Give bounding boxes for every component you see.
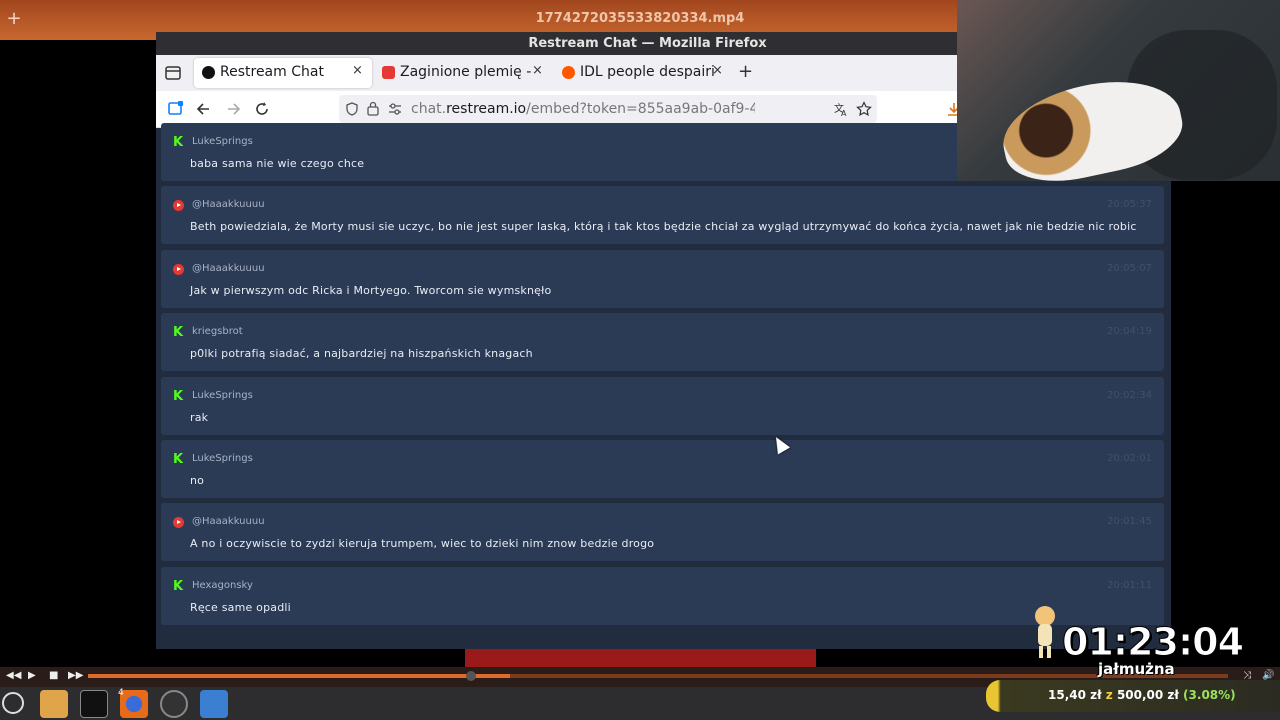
- url-path: /embed?token=855aa9ab-0af9-4043-8199-c5: [526, 101, 755, 117]
- shield-icon[interactable]: [345, 102, 359, 116]
- youtube-icon: [173, 263, 184, 275]
- kick-icon: K: [173, 452, 184, 467]
- chat-username: kriegsbrot: [192, 326, 243, 338]
- tab-restream-chat[interactable]: Restream Chat ×: [194, 58, 372, 88]
- tab-close-icon[interactable]: ×: [352, 63, 363, 78]
- chat-username: Hexagonsky: [192, 579, 253, 591]
- window-title: Restream Chat — Mozilla Firefox: [528, 36, 767, 51]
- chat-feed[interactable]: K LukeSprings baba sama nie wie czego chce…: [161, 123, 1164, 649]
- obs-icon[interactable]: [160, 690, 188, 718]
- permissions-icon[interactable]: [388, 102, 402, 116]
- tab-list-icon[interactable]: [162, 62, 184, 84]
- lock-icon[interactable]: [367, 101, 379, 116]
- chat-message: K LukeSprings 20:02:01 no: [161, 440, 1164, 498]
- kick-icon: K: [173, 578, 184, 594]
- tab-label: IDL people despairin: [580, 64, 714, 80]
- chat-message: K LukeSprings 20:02:34 rak: [161, 376, 1164, 435]
- chat-message-text: A no i oczywiscie to zydzi kieruja trump…: [190, 537, 655, 551]
- svg-text:A: A: [841, 109, 847, 117]
- video-content-strip: [465, 649, 816, 667]
- url-prefix: chat.: [411, 101, 447, 117]
- tab-close-icon[interactable]: ×: [532, 63, 543, 78]
- chat-message: @Haaakkuuuu 20:05:37 Beth powiedziala, że …: [161, 186, 1164, 245]
- seek-handle[interactable]: [466, 671, 476, 681]
- donation-goal-bar: 15,40 zł z 500,00 zł (3.08%): [986, 680, 1280, 712]
- chat-message: @Haaakkuuuu 20:01:45 A no i oczywiscie to …: [161, 503, 1164, 562]
- tab-idl-people[interactable]: IDL people despairin ×: [554, 58, 726, 88]
- tab-label: Zaginione plemię - Y: [400, 64, 534, 80]
- url-domain: restream.io: [446, 101, 527, 117]
- chat-timestamp: 20:01:11: [1107, 579, 1152, 591]
- chat-timestamp: 20:05:07: [1107, 262, 1152, 274]
- chat-message-text: Ręce same opadli: [190, 600, 291, 614]
- translate-icon[interactable]: 文 A: [833, 101, 849, 117]
- chat-timestamp: 20:01:45: [1107, 516, 1152, 528]
- donation-goal: 500,00 zł: [1116, 688, 1179, 702]
- stream-timer: 01:23:04: [1061, 620, 1244, 665]
- add-button[interactable]: +: [4, 8, 24, 30]
- video-player-icon[interactable]: [200, 690, 228, 718]
- chat-username: LukeSprings: [192, 136, 253, 147]
- tab-label: Restream Chat: [220, 64, 324, 80]
- chat-message: Kkriegsbrot 20:04:19 p0lki potrafią siadać…: [161, 313, 1164, 372]
- terminal-icon[interactable]: [80, 690, 108, 718]
- chat-message-text: no: [190, 474, 205, 487]
- youtube-icon: [173, 517, 184, 529]
- chat-username: @Haaakkuuuu: [192, 199, 265, 211]
- chat-username: @Haaakkuuuu: [192, 262, 265, 274]
- stop-icon[interactable]: ■: [49, 670, 58, 681]
- back-icon[interactable]: [196, 101, 212, 117]
- chat-message-text: Jak w pierwszym odc Ricka i Mortyego. Tw…: [190, 283, 552, 297]
- youtube-icon: [173, 200, 184, 212]
- chat-message-text: Beth powiedziala, że Morty musi sie uczy…: [190, 220, 1137, 234]
- donation-percent: (3.08%): [1183, 688, 1236, 702]
- reload-icon[interactable]: [254, 101, 270, 117]
- tab-close-icon[interactable]: ×: [712, 63, 723, 78]
- reddit-favicon-icon: [562, 66, 575, 79]
- chat-message: K Hexagonsky 20:01:11 Ręce same opadli: [161, 566, 1164, 625]
- chat-timestamp: 20:02:34: [1107, 389, 1152, 401]
- mint-menu-icon[interactable]: [2, 692, 24, 714]
- play-icon[interactable]: ▶: [28, 670, 36, 681]
- chat-message: @Haaakkuuuu 20:05:07 Jak w pierwszym odc R…: [161, 249, 1164, 308]
- seek-progress: [88, 674, 510, 678]
- donation-goal-text: 15,40 zł z 500,00 zł (3.08%): [1048, 688, 1236, 702]
- chat-message-text: p0lki potrafią siadać, a najbardziej na …: [190, 347, 533, 361]
- firefox-taskbar-icon[interactable]: [120, 690, 148, 718]
- fast-forward-icon[interactable]: ▶▶: [68, 670, 83, 681]
- url-text[interactable]: chat.restream.io/embed?token=855aa9ab-0a…: [411, 101, 755, 117]
- donation-separator: z: [1105, 688, 1113, 702]
- player-file-title: 1774272035533820334.mp4: [535, 11, 745, 26]
- youtube-favicon-icon: [382, 66, 395, 79]
- chat-timestamp: 20:02:01: [1107, 453, 1152, 464]
- chat-message-text: baba sama nie wie czego chce: [190, 157, 365, 170]
- webcam-feed: [957, 0, 1280, 181]
- files-icon[interactable]: [40, 690, 68, 718]
- donation-amount: 15,40 zł: [1048, 688, 1102, 702]
- firefox-window-count: 4: [118, 688, 124, 698]
- url-bar[interactable]: chat.restream.io/embed?token=855aa9ab-0a…: [339, 95, 877, 123]
- kick-icon: K: [173, 388, 184, 404]
- new-tab-button[interactable]: +: [738, 61, 753, 82]
- kick-icon: K: [173, 135, 184, 150]
- chat-username: LukeSprings: [192, 453, 253, 464]
- chat-timestamp: 20:04:19: [1107, 326, 1152, 338]
- bookmark-star-icon[interactable]: [856, 101, 872, 117]
- chat-message-text: rak: [190, 410, 209, 424]
- forward-icon[interactable]: [225, 101, 241, 117]
- chat-timestamp: 20:05:37: [1107, 199, 1152, 211]
- sidebar-icon[interactable]: [168, 100, 184, 116]
- chat-username: @Haaakkuuuu: [192, 516, 265, 528]
- rewind-icon[interactable]: ◀◀: [6, 670, 21, 681]
- mascot-image: [1035, 606, 1055, 658]
- chat-username: LukeSprings: [192, 389, 253, 401]
- donation-goal-label: jałmużna: [1098, 660, 1175, 678]
- kick-icon: K: [173, 325, 184, 341]
- seek-bar[interactable]: [88, 674, 1228, 678]
- tab-zaginione-plemie[interactable]: Zaginione plemię - Y ×: [374, 58, 546, 88]
- restream-favicon-icon: [202, 66, 215, 79]
